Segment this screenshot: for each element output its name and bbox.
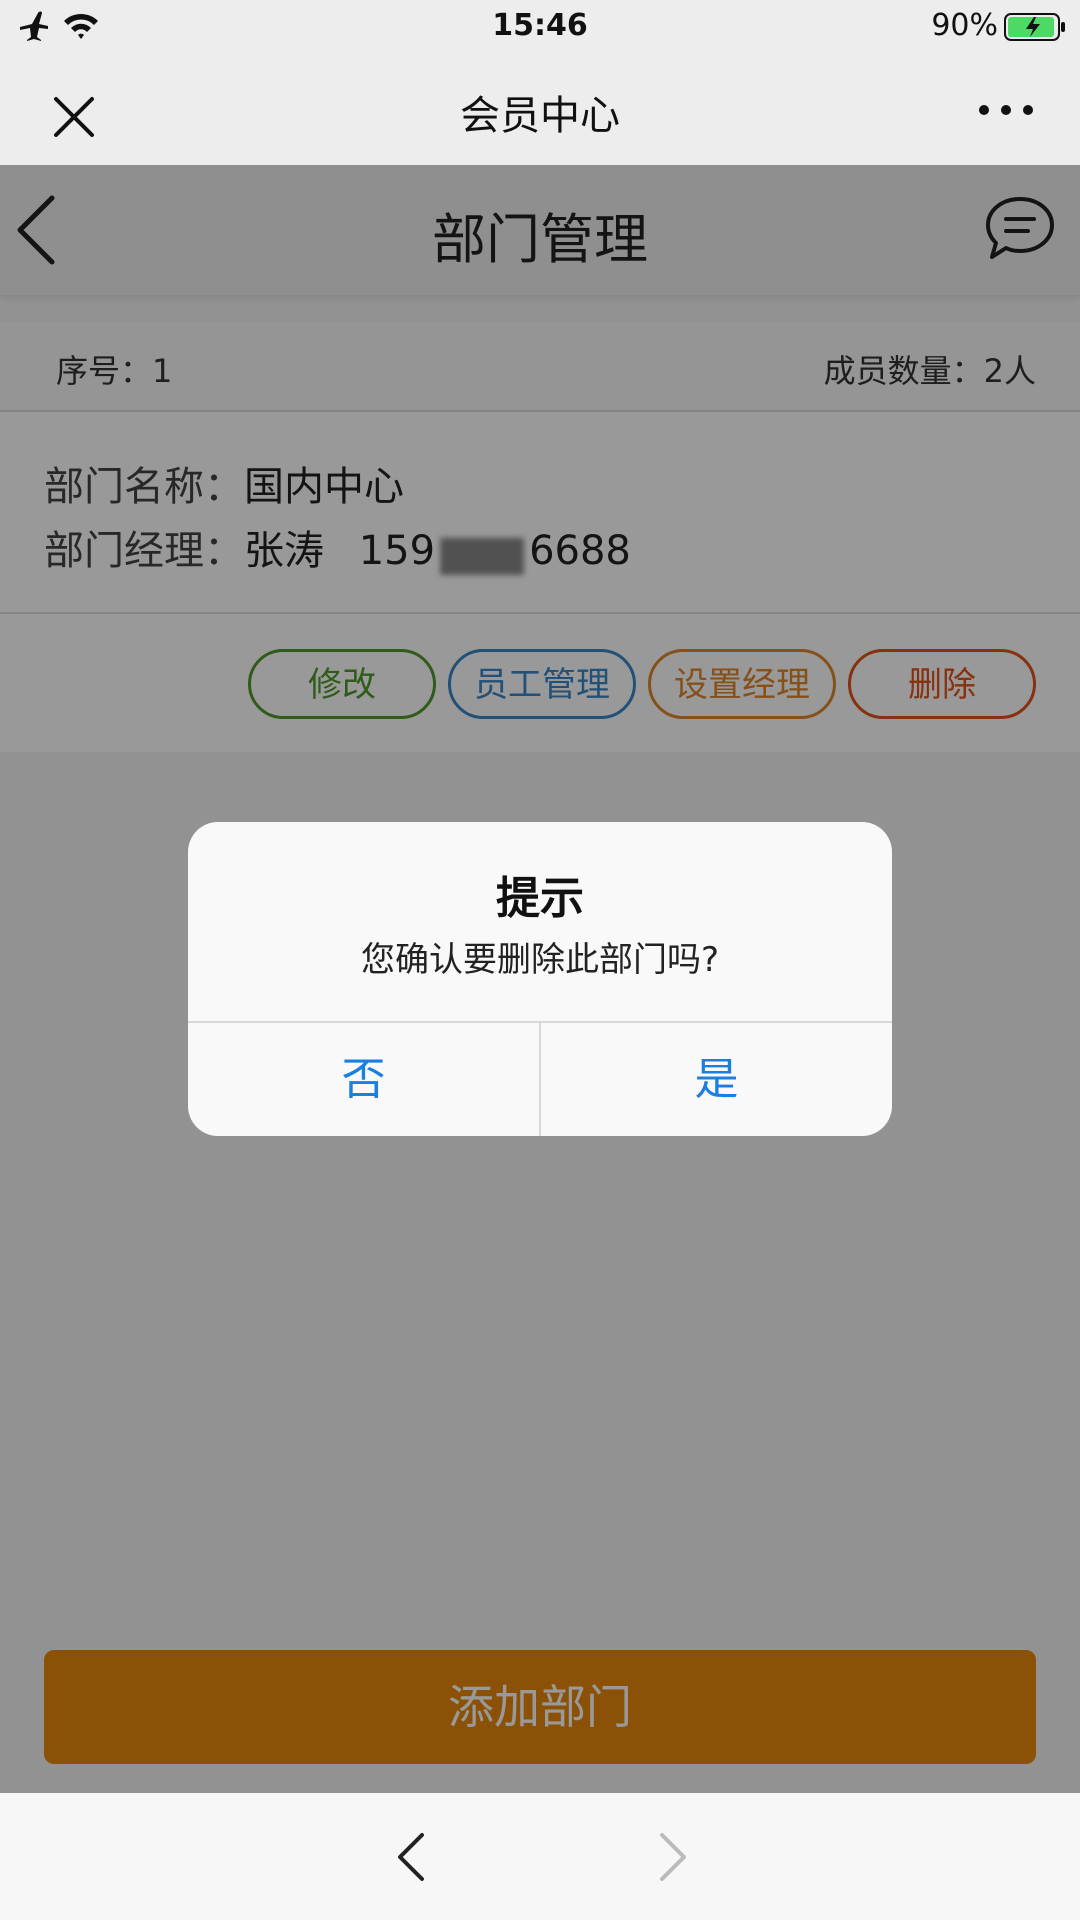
battery-icon bbox=[1004, 13, 1065, 41]
screen: 15:46 90% 会员中心 部门管理 序号：1 成员数量：2人 部门名称：国内… bbox=[0, 0, 1080, 1920]
browser-bottom-bar bbox=[0, 1793, 1080, 1920]
more-icon[interactable] bbox=[974, 85, 1038, 135]
nav-forward-icon[interactable] bbox=[652, 1831, 692, 1883]
battery-percent: 90% bbox=[931, 8, 998, 43]
confirm-dialog: 提示 您确认要删除此部门吗? 否 是 bbox=[188, 822, 892, 1136]
nav-back-icon[interactable] bbox=[392, 1831, 432, 1883]
dialog-yes-button[interactable]: 是 bbox=[541, 1023, 892, 1136]
wechat-title: 会员中心 bbox=[460, 93, 620, 139]
status-time: 15:46 bbox=[492, 8, 588, 43]
wechat-title-bar: 会员中心 bbox=[0, 55, 1080, 165]
dialog-no-button[interactable]: 否 bbox=[188, 1023, 539, 1136]
dialog-message: 您确认要删除此部门吗? bbox=[360, 940, 720, 980]
dialog-title: 提示 bbox=[496, 873, 584, 924]
status-bar: 15:46 90% bbox=[0, 0, 1080, 55]
